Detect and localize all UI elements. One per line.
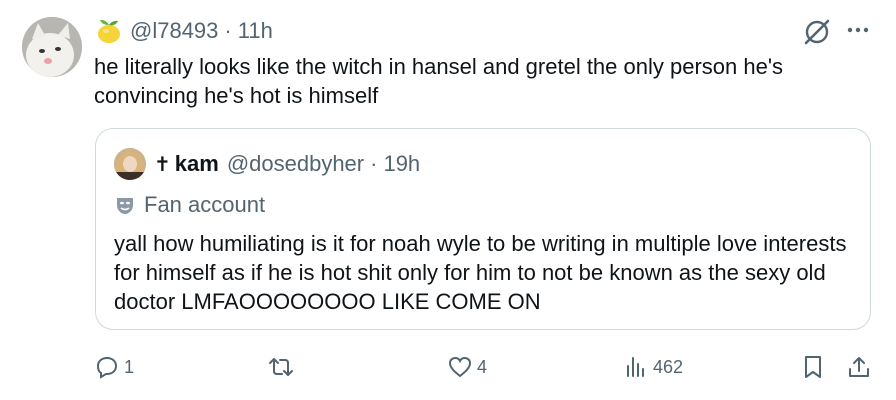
repost-button[interactable] [268, 352, 298, 382]
bookmark-button[interactable] [800, 352, 826, 382]
quote-header: ✝ kam @dosedbyher · 19h [114, 147, 420, 181]
like-button[interactable]: 4 [447, 352, 487, 382]
bookmark-icon [805, 356, 821, 378]
avatar[interactable] [22, 17, 82, 77]
view-count: 462 [653, 356, 684, 377]
tweet-header: @l78493 · 11h [94, 16, 273, 46]
separator-dot: · [224, 18, 232, 43]
quote-timestamp[interactable]: 19h [383, 151, 420, 177]
reply-button[interactable]: 1 [94, 352, 134, 382]
heart-icon [448, 356, 472, 378]
separator-dot: · [370, 151, 378, 176]
share-button[interactable] [846, 352, 872, 382]
analytics-icon [627, 357, 644, 377]
author-handle[interactable]: @l78493 [130, 18, 218, 44]
more-options-icon[interactable] [843, 17, 873, 43]
tweet-timestamp[interactable]: 11h [238, 18, 273, 44]
theater-mask-icon [117, 198, 133, 214]
like-count: 4 [477, 356, 488, 377]
fan-account-label: Fan account [114, 191, 265, 219]
quote-avatar-image [114, 148, 146, 180]
share-icon [849, 357, 869, 377]
label-text: Fan account [144, 192, 266, 217]
quote-avatar[interactable] [114, 148, 146, 180]
cross-symbol: ✝ [154, 153, 171, 176]
repost-icon [269, 358, 293, 376]
quote-author-name[interactable]: kam [175, 151, 219, 177]
reply-icon [96, 356, 118, 379]
views-button[interactable]: 462 [623, 352, 683, 382]
quoted-tweet[interactable]: ✝ kam @dosedbyher · 19h Fan account yall… [95, 128, 871, 330]
cat-avatar-image [22, 17, 82, 77]
quote-text: yall how humiliating is it for noah wyle… [114, 231, 847, 314]
reply-count: 1 [124, 356, 135, 377]
tweet-text: he literally looks like the witch in han… [94, 54, 784, 108]
quote-author-handle[interactable]: @dosedbyher [227, 151, 364, 177]
lemon-icon [98, 19, 120, 43]
action-bar: 1 4 462 [94, 352, 874, 382]
grok-icon[interactable] [803, 18, 831, 46]
